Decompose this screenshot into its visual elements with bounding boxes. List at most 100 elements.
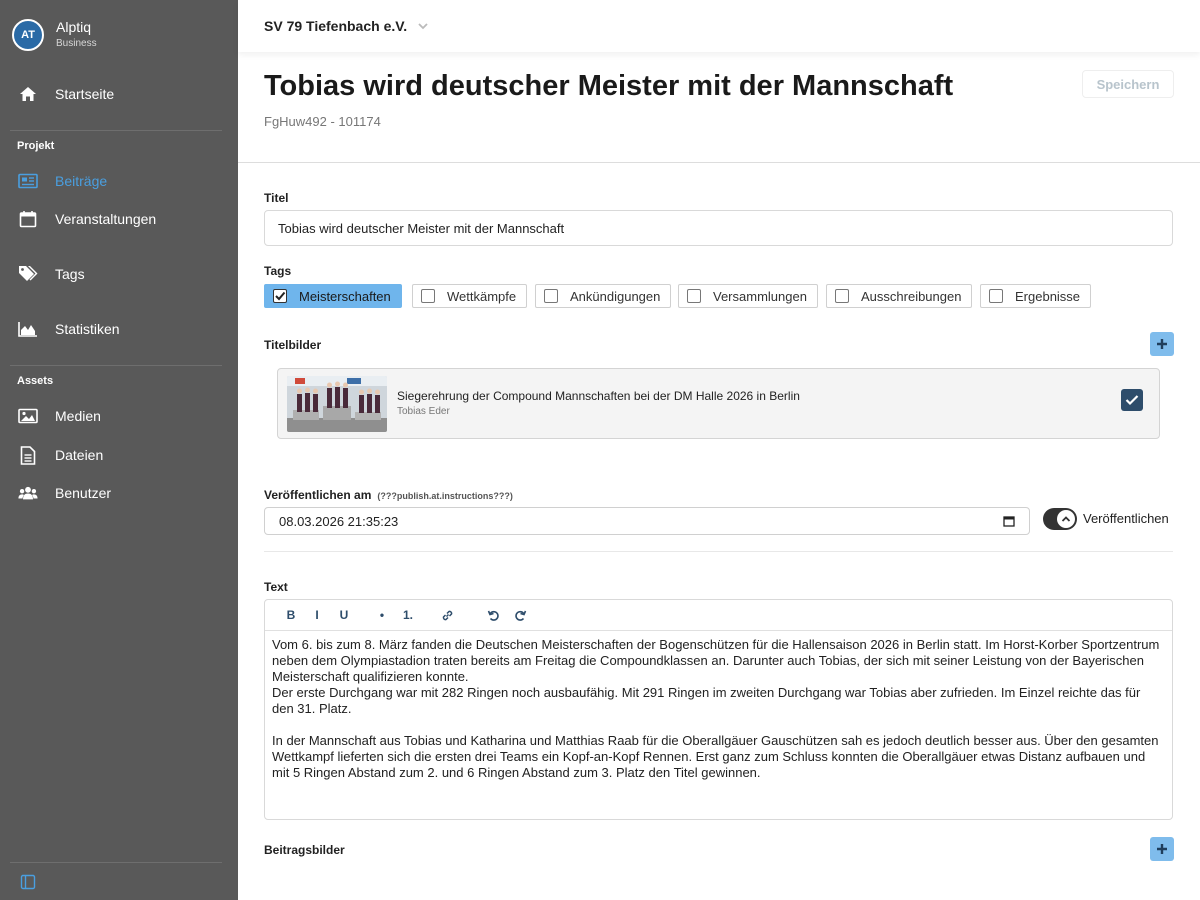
- title-image-thumbnail: [287, 376, 387, 432]
- sidebar-item-label: Startseite: [55, 86, 115, 102]
- calendar-picker-icon[interactable]: [1003, 515, 1015, 527]
- sidebar-item-files[interactable]: Dateien: [18, 443, 103, 467]
- tag-meisterschaften[interactable]: Meisterschaften: [264, 284, 402, 308]
- undo-icon: [487, 610, 499, 621]
- tag-label: Versammlungen: [713, 288, 807, 304]
- sidebar-collapse-button[interactable]: [20, 874, 36, 890]
- link-button[interactable]: [440, 608, 454, 622]
- sidebar-item-events[interactable]: Veranstaltungen: [18, 207, 156, 231]
- link-icon: [442, 610, 452, 620]
- tag-label: Wettkämpfe: [447, 288, 517, 304]
- publish-hint: (???publish.at.instructions???): [377, 491, 513, 501]
- chevron-down-icon[interactable]: [417, 20, 429, 32]
- checkbox-icon: [835, 289, 849, 303]
- publish-datetime-input[interactable]: 08.03.2026 21:35:23: [264, 507, 1030, 535]
- plus-icon: [1157, 339, 1167, 349]
- sidebar-item-label: Benutzer: [55, 485, 112, 501]
- tag-label: Meisterschaften: [299, 288, 391, 304]
- add-title-image-button[interactable]: [1150, 332, 1174, 356]
- text-paragraph: Vom 6. bis zum 8. März fanden die Deutsc…: [272, 637, 1160, 684]
- sidebar-item-label: Beiträge: [55, 173, 108, 189]
- tag-label: Ergebnisse: [1015, 288, 1081, 304]
- checkbox-icon: [544, 289, 558, 303]
- topbar: SV 79 Tiefenbach e.V.: [238, 0, 1200, 52]
- save-button[interactable]: Speichern: [1082, 70, 1174, 98]
- title-image-select-checkbox[interactable]: [1121, 389, 1143, 411]
- newspaper-icon: [18, 171, 38, 191]
- text-paragraph: In der Mannschaft aus Tobias und Kathari…: [272, 733, 1159, 780]
- rich-text-editor[interactable]: B I U • 1. Vom 6. bis zum 8. März fanden…: [264, 599, 1173, 820]
- text-paragraph: Der erste Durchgang war mit 282 Ringen n…: [272, 685, 1141, 716]
- publish-label: Veröffentlichen am (???publish.at.instruc…: [264, 488, 513, 502]
- section-label-project: Projekt: [17, 140, 55, 152]
- tags-icon: [18, 264, 38, 284]
- redo-icon: [514, 610, 526, 621]
- sidebar-item-home[interactable]: Startseite: [18, 82, 114, 106]
- editor-toolbar: B I U • 1.: [265, 600, 1172, 631]
- tag-label: Ankündigungen: [570, 288, 661, 304]
- sidebar-divider: [10, 130, 222, 131]
- plus-icon: [1157, 844, 1167, 854]
- title-label: Titel: [264, 191, 289, 205]
- sidebar-item-posts[interactable]: Beiträge: [18, 169, 107, 193]
- publish-datetime-value: 08.03.2026 21:35:23: [279, 513, 399, 529]
- brand-subtitle: Business: [56, 38, 97, 49]
- checkbox-icon: [421, 289, 435, 303]
- underline-button[interactable]: U: [337, 608, 351, 622]
- title-images-label: Titelbilder: [264, 338, 322, 352]
- title-image-author: Tobias Eder: [397, 406, 450, 417]
- sidebar-item-media[interactable]: Medien: [18, 404, 101, 428]
- users-icon: [18, 483, 38, 503]
- home-icon: [18, 84, 38, 104]
- bullet-list-button[interactable]: •: [375, 608, 389, 622]
- bold-button[interactable]: B: [284, 608, 298, 622]
- sidebar-item-label: Tags: [55, 266, 85, 282]
- tag-label: Ausschreibungen: [861, 288, 962, 304]
- title-input[interactable]: Tobias wird deutscher Meister mit der Ma…: [264, 210, 1173, 246]
- title-image-caption: Siegerehrung der Compound Mannschaften b…: [397, 389, 800, 403]
- tag-ausschreibungen[interactable]: Ausschreibungen: [826, 284, 973, 308]
- checkbox-checked-icon: [273, 289, 287, 303]
- tag-ankuendigungen[interactable]: Ankündigungen: [535, 284, 672, 308]
- brand[interactable]: AT Alptiq Business: [12, 19, 97, 51]
- publish-toggle-label: Veröffentlichen: [1083, 511, 1169, 526]
- checkbox-icon: [687, 289, 701, 303]
- sidebar-item-label: Veranstaltungen: [55, 211, 157, 227]
- calendar-icon: [18, 209, 38, 229]
- file-icon: [18, 445, 38, 465]
- sidebar: AT Alptiq Business Startseite Projekt Be…: [0, 0, 238, 900]
- header-divider: [238, 162, 1200, 163]
- section-divider: [264, 551, 1173, 552]
- tags-label: Tags: [264, 264, 292, 278]
- brand-name: Alptiq: [56, 19, 92, 35]
- toggle-knob: [1057, 510, 1075, 528]
- post-images-label: Beitragsbilder: [264, 843, 345, 857]
- publish-toggle[interactable]: [1043, 508, 1077, 530]
- checkbox-icon: [989, 289, 1003, 303]
- italic-button[interactable]: I: [310, 608, 324, 622]
- check-icon: [1125, 395, 1139, 406]
- title-image-card[interactable]: Siegerehrung der Compound Mannschaften b…: [277, 368, 1160, 439]
- tag-versammlungen[interactable]: Versammlungen: [678, 284, 818, 308]
- area-chart-icon: [18, 319, 38, 339]
- organization-selector[interactable]: SV 79 Tiefenbach e.V.: [264, 18, 407, 34]
- tag-wettkaempfe[interactable]: Wettkämpfe: [412, 284, 528, 308]
- sidebar-item-statistics[interactable]: Statistiken: [18, 317, 120, 341]
- page-subtitle: FgHuw492 - 101174: [264, 114, 381, 129]
- chevron-up-icon: [1061, 516, 1071, 522]
- image-icon: [18, 406, 38, 426]
- section-label-assets: Assets: [17, 375, 54, 387]
- sidebar-item-users[interactable]: Benutzer: [18, 481, 111, 505]
- sidebar-item-label: Dateien: [55, 447, 104, 463]
- publish-label-text: Veröffentlichen am: [264, 488, 372, 502]
- undo-button[interactable]: [486, 608, 500, 622]
- editor-content[interactable]: Vom 6. bis zum 8. März fanden die Deutsc…: [265, 631, 1172, 787]
- sidebar-divider: [10, 365, 222, 366]
- sidebar-item-tags[interactable]: Tags: [18, 262, 85, 286]
- sidebar-divider: [10, 862, 222, 863]
- tag-ergebnisse[interactable]: Ergebnisse: [980, 284, 1092, 308]
- brand-logo: AT: [12, 19, 44, 51]
- ordered-list-button[interactable]: 1.: [401, 608, 415, 622]
- redo-button[interactable]: [513, 608, 527, 622]
- add-post-image-button[interactable]: [1150, 837, 1174, 861]
